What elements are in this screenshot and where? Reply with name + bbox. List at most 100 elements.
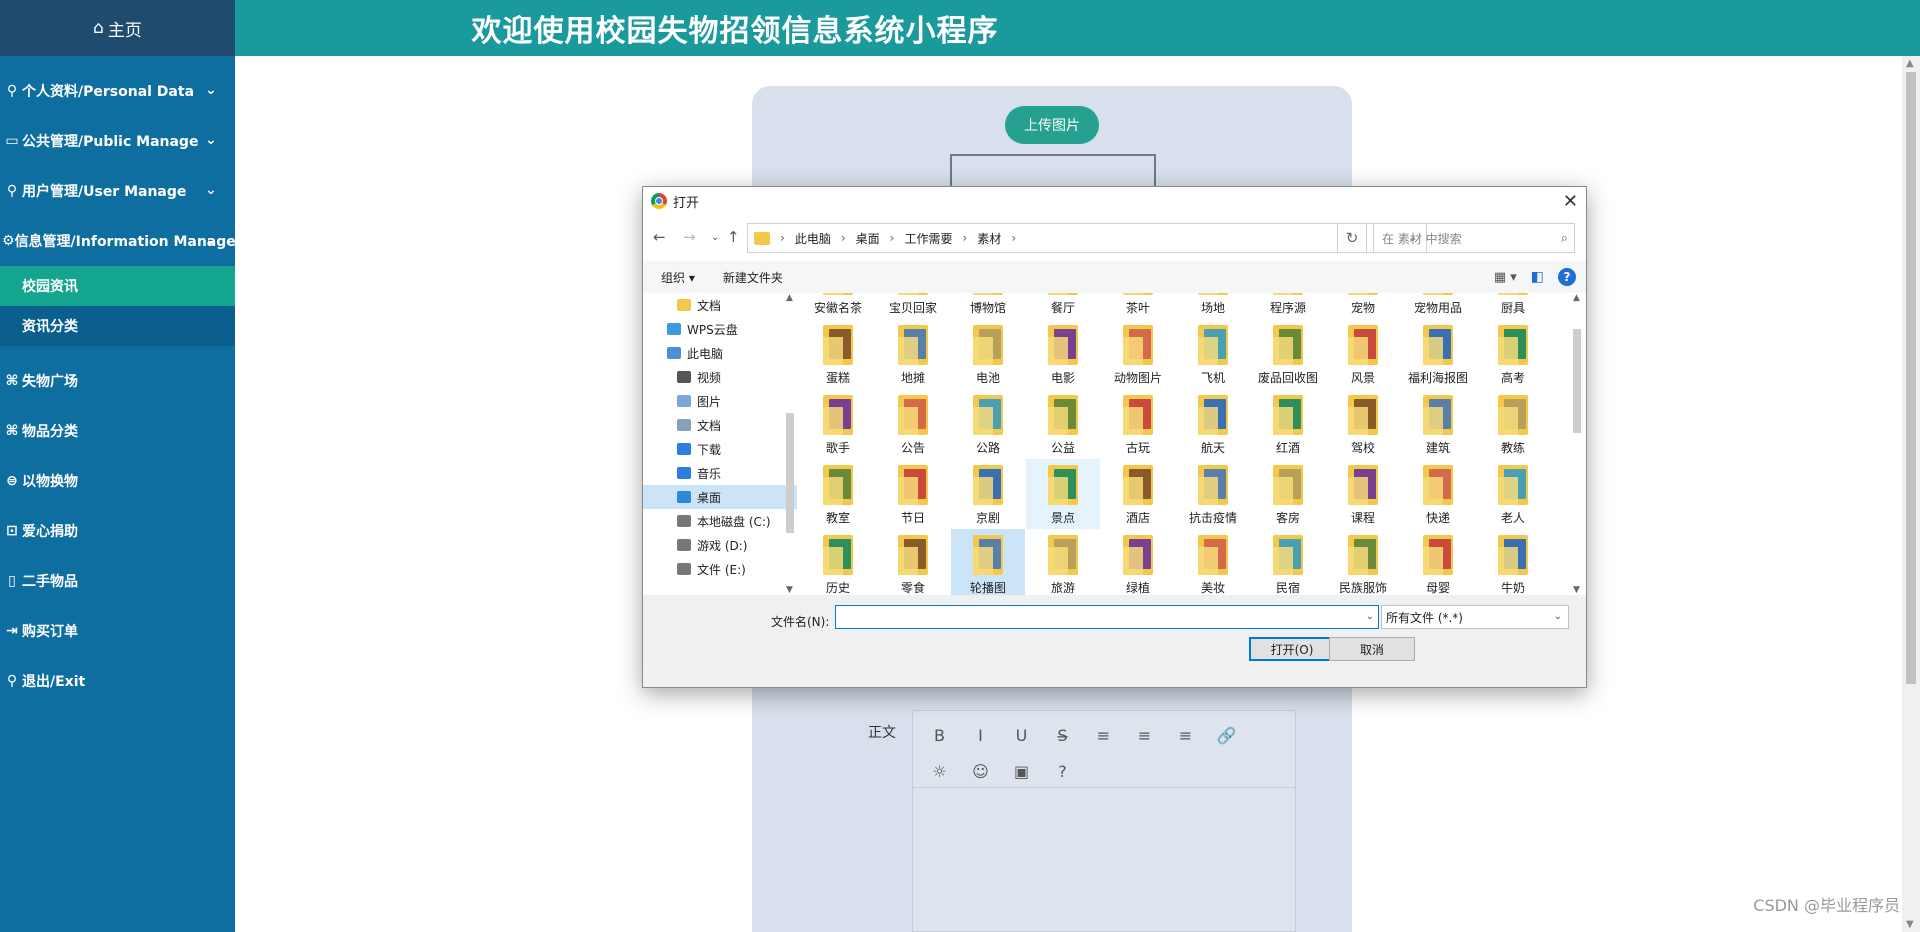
organize-menu[interactable]: 组织 ▾ xyxy=(661,269,695,286)
folder-item[interactable]: 老人 xyxy=(1476,459,1550,529)
page-scrollbar[interactable]: ▲ ▼ xyxy=(1902,56,1920,932)
editor-toolbar-button[interactable]: U xyxy=(1001,717,1042,753)
editor-toolbar-button[interactable]: ☼ xyxy=(919,753,960,789)
filename-input[interactable]: ⌄ xyxy=(835,605,1379,629)
folder-item[interactable]: 公路 xyxy=(951,389,1025,459)
folder-item[interactable]: 飞机 xyxy=(1176,319,1250,389)
sidebar-subitem[interactable]: 资讯分类 xyxy=(0,306,235,346)
folder-item[interactable]: 公益 xyxy=(1026,389,1100,459)
sidebar-item[interactable]: ⇥ 购买订单 xyxy=(0,606,235,656)
folder-item[interactable]: 福利海报图 xyxy=(1401,319,1475,389)
close-icon[interactable]: ✕ xyxy=(1563,191,1578,212)
folder-item[interactable]: 航天 xyxy=(1176,389,1250,459)
editor-toolbar-button[interactable]: I xyxy=(960,717,1001,753)
sidebar-item[interactable]: ⚲ 个人资料/Personal Data ⌄ xyxy=(0,66,235,116)
nav-pane-item[interactable]: 音乐 xyxy=(643,461,797,485)
folder-item[interactable]: 宝贝回家 xyxy=(876,293,950,319)
folder-item[interactable]: 餐厅 xyxy=(1026,293,1100,319)
editor-toolbar-button[interactable]: S̶ xyxy=(1042,717,1083,753)
breadcrumb-item[interactable]: 素材 xyxy=(977,230,1001,247)
folder-item[interactable]: 民宿 xyxy=(1251,529,1325,595)
folder-item[interactable]: 程序源 xyxy=(1251,293,1325,319)
sidebar-item[interactable]: ⊜ 以物换物 xyxy=(0,456,235,506)
folder-item[interactable]: 抗击疫情 xyxy=(1176,459,1250,529)
folder-item[interactable]: 美妆 xyxy=(1176,529,1250,595)
folder-item[interactable]: 动物图片 xyxy=(1101,319,1175,389)
folder-item[interactable]: 历史 xyxy=(801,529,875,595)
folder-item[interactable]: 电影 xyxy=(1026,319,1100,389)
folder-item[interactable]: 古玩 xyxy=(1101,389,1175,459)
editor-toolbar-button[interactable]: B xyxy=(919,717,960,753)
editor-toolbar-button[interactable]: ▣ xyxy=(1001,753,1042,789)
nav-pane-item[interactable]: 桌面 xyxy=(643,485,797,509)
folder-item[interactable]: 旅游 xyxy=(1026,529,1100,595)
breadcrumb-item[interactable]: 桌面 xyxy=(856,230,880,247)
filetype-select[interactable]: 所有文件 (*.*) ⌄ xyxy=(1381,605,1569,629)
preview-pane-icon[interactable]: ◧ xyxy=(1531,269,1544,285)
nav-pane-item[interactable]: 下载 xyxy=(643,437,797,461)
folder-item[interactable]: 公告 xyxy=(876,389,950,459)
folder-item[interactable]: 零食 xyxy=(876,529,950,595)
folder-item[interactable]: 宠物 xyxy=(1326,293,1400,319)
folder-item[interactable]: 蛋糕 xyxy=(801,319,875,389)
help-icon[interactable]: ? xyxy=(1558,268,1576,286)
refresh-icon[interactable]: ↻ xyxy=(1337,223,1367,253)
editor-toolbar-button[interactable]: ? xyxy=(1042,753,1083,789)
grid-scrollbar[interactable]: ▲ ▼ xyxy=(1570,293,1584,595)
folder-item[interactable]: 地摊 xyxy=(876,319,950,389)
breadcrumb-item[interactable]: 工作需要 xyxy=(904,230,952,247)
folder-item[interactable]: 绿植 xyxy=(1101,529,1175,595)
sidebar-item[interactable]: ⚲ 用户管理/User Manage ⌄ xyxy=(0,166,235,216)
folder-item[interactable]: 京剧 xyxy=(951,459,1025,529)
editor-toolbar-button[interactable]: 🔗 xyxy=(1206,717,1247,753)
folder-item[interactable]: 歌手 xyxy=(801,389,875,459)
folder-item[interactable]: 红酒 xyxy=(1251,389,1325,459)
sidebar-item[interactable]: ⚲ 退出/Exit xyxy=(0,656,235,706)
nav-pane-item[interactable]: 本地磁盘 (C:) xyxy=(643,509,797,533)
nav-pane-item[interactable]: 此电脑 xyxy=(643,341,797,365)
folder-item[interactable]: 驾校 xyxy=(1326,389,1400,459)
editor-toolbar-button[interactable]: ≡ xyxy=(1165,717,1206,753)
folder-item[interactable]: 客房 xyxy=(1251,459,1325,529)
nav-pane-item[interactable]: 图片 xyxy=(643,389,797,413)
nav-pane-item[interactable]: 视频 xyxy=(643,365,797,389)
editor-toolbar-button[interactable]: ☺ xyxy=(960,753,1001,789)
folder-item[interactable]: 节日 xyxy=(876,459,950,529)
folder-item[interactable]: 课程 xyxy=(1326,459,1400,529)
folder-item[interactable]: 电池 xyxy=(951,319,1025,389)
folder-item[interactable]: 牛奶 xyxy=(1476,529,1550,595)
folder-item[interactable]: 废品回收图 xyxy=(1251,319,1325,389)
nav-pane-item[interactable]: WPS云盘 xyxy=(643,317,797,341)
nav-pane-item[interactable]: 文档 xyxy=(643,413,797,437)
folder-item[interactable]: 宠物用品 xyxy=(1401,293,1475,319)
view-icon[interactable]: ▦ ▾ xyxy=(1494,270,1517,285)
folder-item[interactable]: 快递 xyxy=(1401,459,1475,529)
recent-dropdown-icon[interactable]: ⌄ xyxy=(711,232,719,243)
folder-item[interactable]: 母婴 xyxy=(1401,529,1475,595)
folder-item[interactable]: 教练 xyxy=(1476,389,1550,459)
folder-item[interactable]: 教室 xyxy=(801,459,875,529)
new-folder-button[interactable]: 新建文件夹 xyxy=(723,269,783,286)
sidebar-home[interactable]: ⌂ 主页 xyxy=(0,0,235,56)
folder-item[interactable]: 厨具 xyxy=(1476,293,1550,319)
folder-item[interactable]: 景点 xyxy=(1026,459,1100,529)
cancel-button[interactable]: 取消 xyxy=(1329,637,1415,661)
search-input[interactable]: 在 素材 中搜索 ⌕ xyxy=(1373,223,1575,253)
folder-item[interactable]: 轮播图 xyxy=(951,529,1025,595)
sidebar-item[interactable]: ⌘ 物品分类 xyxy=(0,406,235,456)
folder-item[interactable]: 安徽名茶 xyxy=(801,293,875,319)
sidebar-subitem[interactable]: 校园资讯 xyxy=(0,266,235,306)
folder-item[interactable]: 场地 xyxy=(1176,293,1250,319)
sidebar-item[interactable]: ⚙ 信息管理/Information Manage ⌄ xyxy=(0,216,235,266)
folder-item[interactable]: 茶叶 xyxy=(1101,293,1175,319)
folder-item[interactable]: 酒店 xyxy=(1101,459,1175,529)
forward-arrow-icon[interactable]: → xyxy=(683,228,696,246)
nav-pane-item[interactable]: 文件 (E:) xyxy=(643,557,797,581)
sidebar-item[interactable]: ⊡ 爱心捐助 xyxy=(0,506,235,556)
upload-image-button[interactable]: 上传图片 xyxy=(1005,106,1099,144)
breadcrumb-item[interactable]: 此电脑 xyxy=(795,230,831,247)
nav-pane-scrollbar[interactable]: ▲ ▼ xyxy=(783,293,797,595)
sidebar-item[interactable]: ⌘ 失物广场 xyxy=(0,356,235,406)
back-arrow-icon[interactable]: ← xyxy=(653,228,666,246)
up-arrow-icon[interactable]: ↑ xyxy=(727,228,740,246)
